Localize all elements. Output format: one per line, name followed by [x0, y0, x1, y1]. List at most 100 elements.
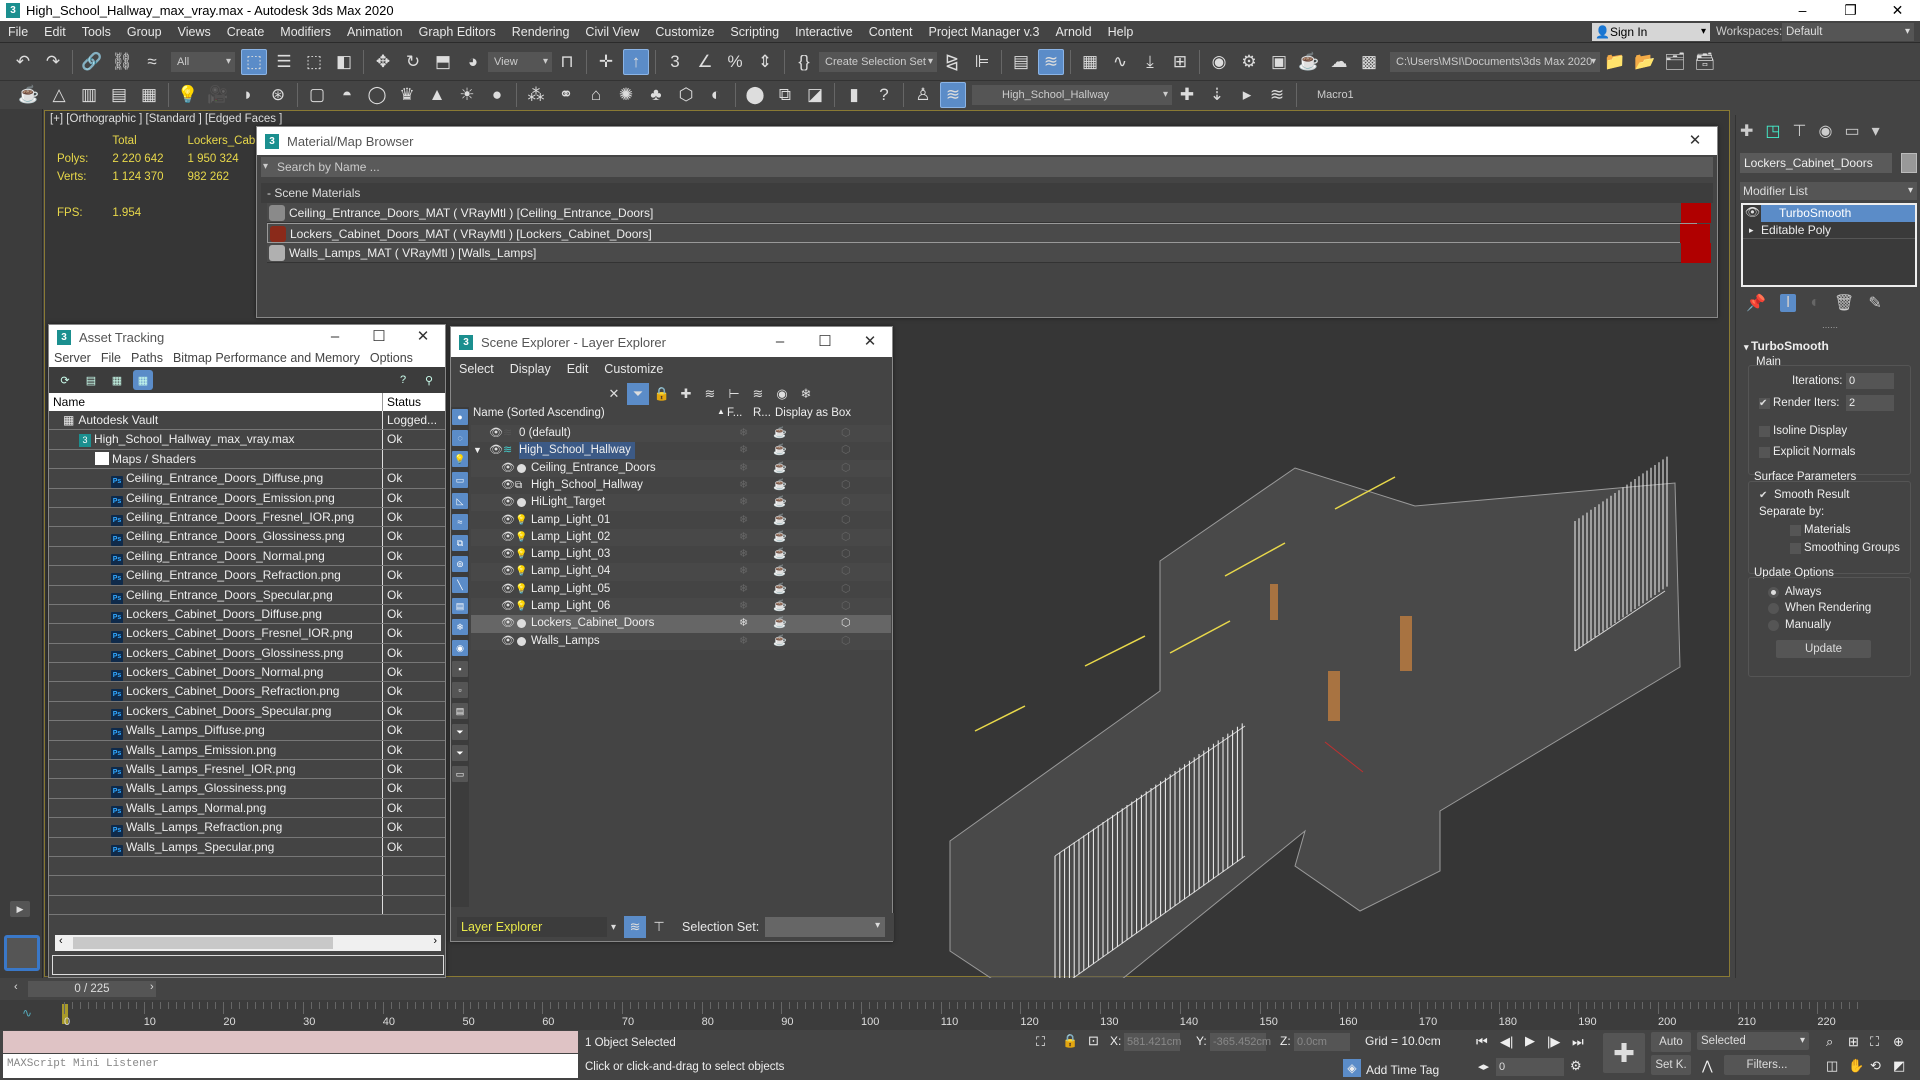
expand-layout-button[interactable]: ▶ — [10, 901, 30, 917]
pin-icon[interactable]: ⚲ — [419, 370, 439, 390]
scale-icon[interactable]: ⬒ — [430, 49, 456, 75]
freeze-toggle-icon[interactable]: ❄ — [739, 477, 748, 494]
modifier-list-dropdown[interactable]: Modifier List ▾ — [1740, 182, 1917, 200]
key-mode-icon[interactable]: ◂▸ — [1478, 1060, 1489, 1073]
minimize-button[interactable]: – — [758, 327, 802, 357]
pin-stack-icon[interactable]: 📌 — [1746, 293, 1766, 313]
window-titlebar[interactable]: 3 Material/Map Browser ✕ — [257, 127, 1717, 155]
scene-row[interactable]: 👁 💡 Lamp_Light_01 ❄ ☕ ⬡ — [471, 512, 891, 529]
find-input[interactable] — [455, 384, 603, 404]
modify-tab-icon[interactable]: ◳ — [1765, 121, 1780, 141]
redo-icon[interactable]: ↷ — [40, 49, 66, 75]
asset-menu-paths[interactable]: Paths — [126, 351, 168, 365]
asset-row[interactable]: Maps / Shaders — [49, 449, 445, 470]
asset-menu-options[interactable]: Options — [365, 351, 418, 365]
key-tangent-icon[interactable]: ⋀ — [1702, 1058, 1713, 1074]
column-frozen[interactable]: F... — [727, 407, 753, 424]
display-as-box-icon[interactable]: ⬡ — [841, 425, 851, 442]
filters-button[interactable]: Filters... — [1724, 1055, 1810, 1075]
sun-icon[interactable]: ☀ — [454, 82, 480, 108]
render-setup-icon[interactable]: ⚙ — [1236, 49, 1262, 75]
table-icon[interactable]: ▦ — [136, 82, 162, 108]
next-frame-icon[interactable]: › — [150, 981, 154, 993]
time-tag-icon[interactable]: ◈ — [1343, 1059, 1361, 1077]
selection-lock-icon[interactable]: 🔒 — [1062, 1033, 1078, 1049]
always-radio[interactable] — [1768, 587, 1779, 598]
pan-icon[interactable]: ✋ — [1848, 1058, 1864, 1074]
reference-coordinate-dropdown[interactable]: View — [488, 51, 552, 72]
asset-row[interactable]: Ps Ceiling_Entrance_Doors_Refraction.png O… — [49, 566, 445, 586]
key-filter-dropdown[interactable]: Selected ▾ — [1697, 1032, 1809, 1050]
scene-menu-edit[interactable]: Edit — [567, 362, 589, 376]
renderable-teapot-icon[interactable]: ☕ — [773, 512, 787, 529]
play-icon[interactable]: ▶ — [1525, 1033, 1535, 1049]
menu-customize[interactable]: Customize — [647, 21, 722, 43]
refresh-icon[interactable]: ⟳ — [55, 370, 75, 390]
asset-row[interactable]: Ps Walls_Lamps_Normal.png Ok — [49, 798, 445, 819]
asset-row[interactable]: Ps Walls_Lamps_Emission.png Ok — [49, 740, 445, 761]
display-tab-icon[interactable]: ▭ — [1844, 121, 1859, 141]
asset-row[interactable]: Ps Ceiling_Entrance_Doors_Normal.png Ok — [49, 546, 445, 567]
current-frame-field[interactable]: 0 — [1496, 1058, 1564, 1076]
freeze-toggle-icon[interactable]: ❄ — [739, 563, 748, 580]
render-cloud-icon[interactable]: ☁ — [1326, 49, 1352, 75]
align-icon[interactable]: ⊫ — [969, 49, 995, 75]
display-as-box-icon[interactable]: ⬡ — [841, 494, 851, 511]
column-name[interactable]: Name (Sorted Ascending) — [471, 407, 717, 424]
menu-edit[interactable]: Edit — [36, 21, 74, 43]
menu-arnold[interactable]: Arnold — [1047, 21, 1099, 43]
bones-filter-icon[interactable]: ╲ — [452, 577, 468, 593]
scene-row[interactable]: 👁 Ceiling_Entrance_Doors ❄ ☕ ⬡ — [471, 459, 891, 477]
filter-funnel-icon[interactable]: ⏷ — [452, 724, 468, 740]
sphere-icon[interactable]: ⬤ — [742, 82, 768, 108]
display-as-box-icon[interactable]: ⬡ — [841, 563, 851, 580]
containers-filter-icon[interactable]: ▤ — [452, 598, 468, 614]
menu-modifiers[interactable]: Modifiers — [272, 21, 339, 43]
render-production-icon[interactable]: ☕ — [1296, 49, 1322, 75]
maximize-button[interactable]: ☐ — [803, 327, 847, 357]
selection-filter-dropdown[interactable]: All — [171, 51, 235, 72]
decal-icon[interactable]: ✺ — [613, 82, 639, 108]
hierarchy-mode-icon[interactable]: ⊤ — [648, 916, 670, 938]
eye-icon[interactable]: 👁 — [1745, 205, 1760, 219]
display-as-box-icon[interactable]: ⬡ — [841, 581, 851, 598]
scene-materials-group[interactable]: - Scene Materials — [261, 183, 1713, 203]
freeze-toggle-icon[interactable]: ❄ — [739, 581, 748, 598]
audio-icon[interactable]: ◗ — [235, 82, 261, 108]
link-icon[interactable]: 🔗 — [79, 49, 105, 75]
hide-icon[interactable]: ◉ — [771, 383, 793, 405]
filter-funnel-2-icon[interactable]: ⏷ — [452, 745, 468, 761]
shapes-filter-icon[interactable]: ◌ — [452, 430, 468, 446]
explorer-type-dropdown[interactable]: Layer Explorer — [457, 917, 607, 937]
freeze-toggle-icon[interactable]: ❄ — [739, 512, 748, 529]
visibility-eye-icon[interactable]: 👁 — [489, 442, 503, 459]
add-time-tag-button[interactable]: Add Time Tag — [1366, 1063, 1439, 1077]
renderable-teapot-icon[interactable]: ☕ — [773, 425, 787, 442]
percent-snap-icon[interactable]: % — [722, 49, 748, 75]
asset-row[interactable]: Ps Lockers_Cabinet_Doors_Refraction.png Ok — [49, 682, 445, 702]
frozen-filter-icon[interactable]: ❄ — [452, 619, 468, 635]
freeze-toggle-icon[interactable]: ❄ — [739, 442, 748, 459]
scene-menu-customize[interactable]: Customize — [604, 362, 663, 376]
menu-help[interactable]: Help — [1100, 21, 1142, 43]
layers-icon[interactable]: ≋ — [747, 383, 769, 405]
display-none-icon[interactable]: ▫ — [452, 682, 468, 698]
asset-row[interactable]: Ps Walls_Lamps_Fresnel_IOR.png Ok — [49, 760, 445, 780]
freeze-toggle-icon[interactable]: ❄ — [739, 494, 748, 511]
display-as-box-icon[interactable]: ⬡ — [841, 512, 851, 529]
rollout-turbosmooth[interactable]: ▾ TurboSmooth — [1744, 339, 1829, 353]
renderable-teapot-icon[interactable]: ☕ — [773, 633, 787, 650]
menu-content[interactable]: Content — [861, 21, 921, 43]
time-configuration-icon[interactable]: ⚙ — [1570, 1058, 1582, 1074]
ambient-icon[interactable]: ● — [484, 82, 510, 108]
close-button[interactable]: ✕ — [1875, 0, 1920, 21]
renderable-teapot-icon[interactable]: ☕ — [773, 598, 787, 615]
mirror-icon[interactable]: ⧎ — [939, 49, 965, 75]
asset-row[interactable]: Ps Ceiling_Entrance_Doors_Specular.png Ok — [49, 585, 445, 605]
render-icon[interactable]: ▥ — [76, 82, 102, 108]
layer-explorer-icon[interactable]: ▤ — [1008, 49, 1034, 75]
material-row[interactable]: Lockers_Cabinet_Doors_MAT ( VRayMtl ) [L… — [267, 223, 1710, 244]
motion-tab-icon[interactable]: ◉ — [1818, 121, 1832, 141]
absolute-mode-icon[interactable]: ⊡ — [1088, 1033, 1099, 1049]
visibility-eye-icon[interactable]: 👁 — [501, 546, 515, 563]
